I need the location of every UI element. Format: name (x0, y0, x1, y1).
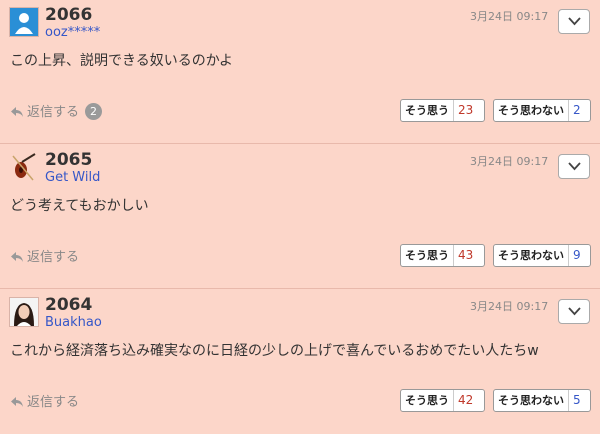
avatar[interactable] (9, 152, 39, 182)
comment-2064: 2064 Buakhao 3月24日 09:17 これから経済落ち込み確実なのに… (0, 290, 600, 434)
reply-label: 返信する (27, 395, 80, 410)
disagree-button[interactable]: そう思わない 9 (493, 244, 591, 267)
disagree-count: 5 (568, 390, 585, 411)
comment-menu-button[interactable] (558, 299, 590, 324)
disagree-label: そう思わない (498, 394, 564, 407)
reply-count-badge: 2 (85, 103, 103, 120)
agree-count: 23 (453, 100, 477, 121)
reply-arrow-icon (11, 252, 23, 262)
agree-label: そう思う (405, 249, 449, 262)
comment-2066: 2066 ooz***** 3月24日 09:17 この上昇、説明できる奴いるの… (0, 0, 600, 144)
comment-menu-button[interactable] (558, 154, 590, 179)
agree-button[interactable]: そう思う 43 (400, 244, 485, 267)
comment-menu-button[interactable] (558, 9, 590, 34)
reply-button[interactable]: 返信する (10, 391, 79, 410)
reply-button[interactable]: 返信する 2 (10, 101, 103, 120)
chevron-down-icon (568, 307, 581, 316)
disagree-label: そう思わない (498, 104, 564, 117)
chevron-down-icon (568, 17, 581, 26)
disagree-label: そう思わない (498, 249, 564, 262)
reply-label: 返信する (27, 250, 80, 265)
reply-button[interactable]: 返信する (10, 246, 79, 265)
disagree-button[interactable]: そう思わない 5 (493, 389, 591, 412)
timestamp: 3月24日 09:17 (470, 300, 549, 313)
chevron-down-icon (568, 162, 581, 171)
avatar[interactable] (9, 7, 39, 37)
comment-text: どう考えてもおかしい (10, 198, 149, 214)
agree-count: 42 (453, 390, 477, 411)
disagree-button[interactable]: そう思わない 2 (493, 99, 591, 122)
person-photo-icon (10, 298, 38, 326)
agree-label: そう思う (405, 394, 449, 407)
reply-arrow-icon (11, 107, 23, 117)
disagree-count: 2 (568, 100, 585, 121)
comment-number: 2065 (45, 150, 93, 170)
username-link[interactable]: ooz***** (45, 25, 100, 40)
agree-button[interactable]: そう思う 23 (400, 99, 485, 122)
comment-number: 2064 (45, 295, 93, 315)
disagree-count: 9 (568, 245, 585, 266)
username-link[interactable]: Get Wild (45, 170, 100, 185)
agree-button[interactable]: そう思う 42 (400, 389, 485, 412)
timestamp: 3月24日 09:17 (470, 155, 549, 168)
violin-icon (12, 153, 36, 181)
comment-text: これから経済落ち込み確実なのに日経の少しの上げで喜んでいるおめでたい人たちw (10, 343, 539, 359)
agree-label: そう思う (405, 104, 449, 117)
comment-text: この上昇、説明できる奴いるのかよ (10, 53, 234, 69)
comment-2065: 2065 Get Wild 3月24日 09:17 どう考えてもおかしい 返信す… (0, 145, 600, 289)
reply-arrow-icon (11, 397, 23, 407)
reply-label: 返信する (27, 105, 80, 120)
agree-count: 43 (453, 245, 477, 266)
comment-number: 2066 (45, 5, 93, 25)
avatar[interactable] (9, 297, 39, 327)
timestamp: 3月24日 09:17 (470, 10, 549, 23)
user-silhouette-icon (15, 13, 33, 34)
username-link[interactable]: Buakhao (45, 315, 102, 330)
